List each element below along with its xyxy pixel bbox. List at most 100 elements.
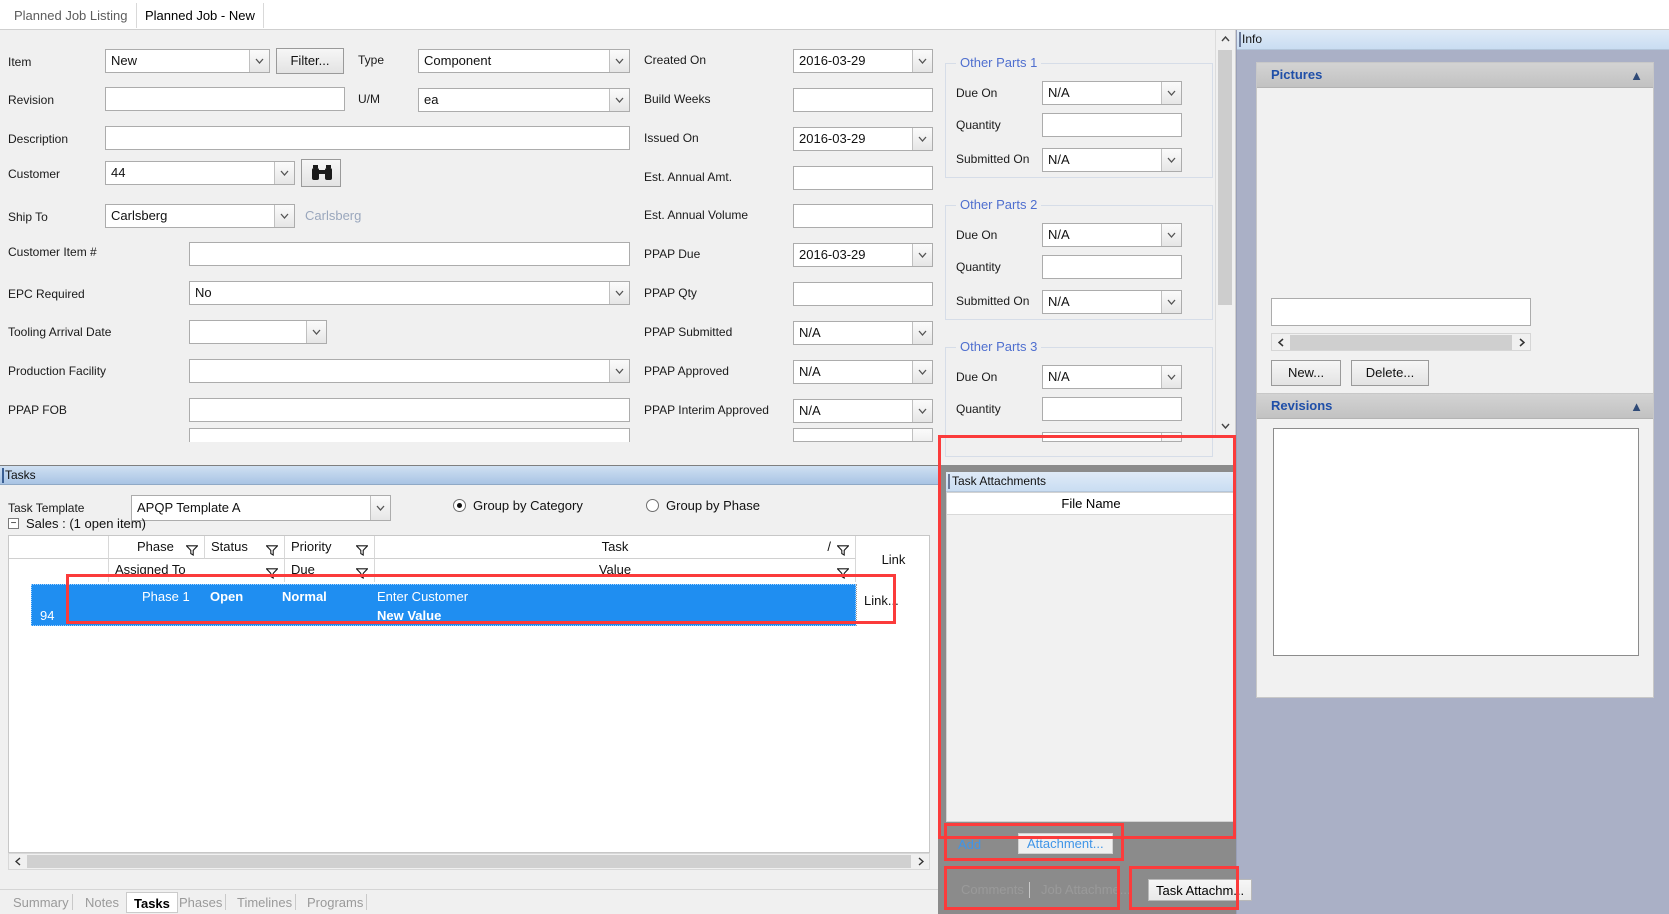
tab-summary[interactable]: Summary [6, 892, 76, 913]
form-partial-combo[interactable] [793, 428, 933, 442]
chevron-down-icon[interactable] [609, 360, 629, 382]
picture-caption-input[interactable] [1271, 298, 1531, 326]
grid-col-task[interactable]: Task / [375, 536, 856, 559]
chevron-up-icon[interactable]: ▲ [1630, 68, 1643, 83]
chevron-down-icon[interactable] [274, 162, 294, 184]
tab-notes[interactable]: Notes [78, 892, 126, 913]
task-template-combo[interactable]: APQP Template A [131, 495, 391, 521]
tab-phases[interactable]: Phases [172, 892, 229, 913]
chevron-down-icon[interactable] [912, 429, 932, 441]
tab-task-attachments[interactable]: Task Attachm... [1148, 879, 1253, 901]
op3-quantity-input[interactable] [1042, 397, 1182, 421]
form-vertical-scrollbar[interactable] [1215, 30, 1234, 435]
chevron-right-icon[interactable] [912, 854, 929, 869]
ppap-qty-input[interactable] [793, 282, 933, 306]
est-annual-volume-input[interactable] [793, 204, 933, 228]
tasks-grid-hscrollbar[interactable] [8, 853, 930, 870]
chevron-down-icon[interactable] [274, 205, 294, 227]
customer-item-no-input[interactable] [189, 242, 630, 266]
chevron-down-icon[interactable] [609, 50, 629, 72]
ppap-interim-approved-combo[interactable]: N/A [793, 399, 933, 423]
radio-group-by-category[interactable]: Group by Category [453, 498, 583, 513]
scroll-up-icon[interactable] [1216, 30, 1234, 48]
chevron-down-icon[interactable] [1161, 291, 1181, 313]
tab-timelines[interactable]: Timelines [230, 892, 299, 913]
grid-col-status[interactable]: Status [205, 536, 285, 559]
tab-job-attachments[interactable]: Job Attachme... [1034, 879, 1138, 901]
chevron-left-icon[interactable] [9, 854, 26, 869]
issued-on-combo[interactable]: 2016-03-29 [793, 127, 933, 151]
chevron-down-icon[interactable] [306, 321, 326, 343]
grid-col-phase[interactable]: Phase [109, 536, 205, 559]
chevron-down-icon[interactable] [912, 361, 932, 383]
tab-planned-job-listing[interactable]: Planned Job Listing [6, 3, 135, 28]
scrollbar-thumb[interactable] [1218, 50, 1232, 305]
revision-input[interactable] [105, 87, 345, 111]
tab-programs[interactable]: Programs [300, 892, 370, 913]
collapse-toggle-icon[interactable]: − [8, 518, 19, 529]
ppap-fob-input[interactable] [189, 398, 630, 422]
tab-tasks[interactable]: Tasks [126, 892, 178, 913]
chevron-up-icon[interactable]: ▲ [1630, 399, 1643, 414]
filter-funnel-icon[interactable] [355, 564, 369, 586]
op1-due-on-combo[interactable]: N/A [1042, 81, 1182, 105]
type-combo[interactable]: Component [418, 49, 630, 73]
grid-col-assigned-to[interactable]: Assigned To [109, 559, 285, 582]
chevron-down-icon[interactable] [249, 50, 269, 72]
chevron-right-icon[interactable] [1513, 334, 1530, 350]
chevron-down-icon[interactable] [912, 400, 932, 422]
revisions-list[interactable] [1273, 428, 1639, 656]
epc-required-combo[interactable]: No [189, 281, 630, 305]
chevron-down-icon[interactable] [1161, 224, 1181, 246]
chevron-down-icon[interactable] [1161, 149, 1181, 171]
cell-link-button[interactable]: Link... [864, 593, 899, 608]
picture-hscrollbar[interactable] [1271, 333, 1531, 351]
task-attachments-grid[interactable]: File Name [946, 492, 1236, 822]
chevron-down-icon[interactable] [1161, 433, 1181, 441]
chevron-down-icon[interactable] [609, 89, 629, 111]
tab-planned-job-new[interactable]: Planned Job - New [136, 3, 264, 28]
chevron-down-icon[interactable] [609, 282, 629, 304]
tooling-arrival-date-combo[interactable] [189, 320, 327, 344]
chevron-down-icon[interactable] [912, 50, 932, 72]
op2-submitted-on-combo[interactable]: N/A [1042, 290, 1182, 314]
op3-partial-combo[interactable] [1042, 432, 1182, 442]
op2-quantity-input[interactable] [1042, 255, 1182, 279]
scroll-down-icon[interactable] [1216, 417, 1234, 435]
ppap-due-combo[interactable]: 2016-03-29 [793, 243, 933, 267]
grid-col-due[interactable]: Due [285, 559, 375, 582]
grid-col-priority[interactable]: Priority [285, 536, 375, 559]
pictures-new-button[interactable]: New... [1271, 360, 1341, 386]
op2-due-on-combo[interactable]: N/A [1042, 223, 1182, 247]
filter-funnel-icon[interactable] [836, 564, 850, 586]
customer-search-button[interactable] [301, 159, 341, 187]
grid-col-value[interactable]: Value [375, 559, 856, 582]
chevron-down-icon[interactable] [912, 322, 932, 344]
chevron-down-icon[interactable] [1161, 82, 1181, 104]
op3-due-on-combo[interactable]: N/A [1042, 365, 1182, 389]
description-input[interactable] [105, 126, 630, 150]
radio-group-by-phase[interactable]: Group by Phase [646, 498, 760, 513]
build-weeks-input[interactable] [793, 88, 933, 112]
chevron-down-icon[interactable] [1161, 366, 1181, 388]
picture-scroll-thumb[interactable] [1290, 335, 1512, 350]
form-partial-field[interactable] [189, 428, 630, 442]
chevron-left-icon[interactable] [1272, 334, 1289, 350]
chevron-down-icon[interactable] [370, 496, 390, 520]
table-row[interactable]: Phase 1 Open Normal Enter Customer 94 Ne… [31, 584, 856, 626]
production-facility-combo[interactable] [189, 359, 630, 383]
item-combo[interactable]: New [105, 49, 270, 73]
op1-submitted-on-combo[interactable]: N/A [1042, 148, 1182, 172]
chevron-down-icon[interactable] [912, 128, 932, 150]
ppap-approved-combo[interactable]: N/A [793, 360, 933, 384]
chevron-down-icon[interactable] [912, 244, 932, 266]
ship-to-combo[interactable]: Carlsberg [105, 204, 295, 228]
add-attachment-link[interactable]: Add [958, 837, 981, 852]
filter-button[interactable]: Filter... [276, 48, 344, 74]
attachment-link[interactable]: Attachment... [1018, 833, 1113, 854]
attachments-col-file-name[interactable]: File Name [947, 493, 1235, 515]
um-combo[interactable]: ea [418, 88, 630, 112]
ppap-submitted-combo[interactable]: N/A [793, 321, 933, 345]
filter-funnel-icon[interactable] [265, 564, 279, 586]
hscroll-track[interactable] [27, 855, 911, 868]
